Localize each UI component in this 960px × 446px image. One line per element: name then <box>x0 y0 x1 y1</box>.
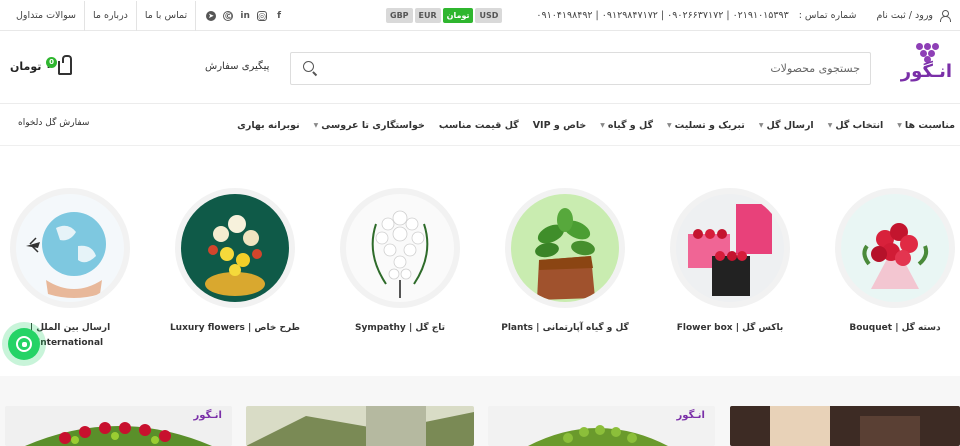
nav-label: نوبرانه بهاری <box>237 119 300 131</box>
about-link[interactable]: درباره ما <box>85 0 137 31</box>
category-label: باکس گل | Flower box <box>676 323 784 333</box>
chevron-down-icon: ▼ <box>897 121 902 129</box>
search-icon[interactable] <box>303 61 317 75</box>
chevron-down-icon: ▼ <box>667 121 672 129</box>
luxury-flowers-image <box>181 194 289 302</box>
grapes-icon <box>916 41 940 63</box>
nav-item-flowers-plants[interactable]: گل و گیاه ▼ <box>600 120 653 131</box>
telegram-icon[interactable]: ➤ <box>206 10 217 21</box>
nav-label: گل قیمت مناسب <box>438 119 519 131</box>
plants-image <box>511 194 619 302</box>
bouquet-image <box>841 194 949 302</box>
cart-count-badge: 0 <box>46 57 57 68</box>
nav-menu: مناسبت ها ▼ انتخاب گل ▼ ارسال گل ▼ تبریک و … <box>237 104 955 146</box>
chevron-down-icon: ▼ <box>600 121 605 129</box>
currency-usd[interactable]: USD <box>475 8 503 23</box>
nav-label: خاص و VIP <box>532 119 587 131</box>
social-links: ➤ © in ◎ f <box>196 10 284 22</box>
category-label: تاج گل | Sympathy <box>354 323 446 333</box>
chevron-down-icon: ▼ <box>313 121 319 129</box>
whatsapp-chat-button[interactable] <box>2 322 46 366</box>
nav-item-affordable[interactable]: گل قیمت مناسب <box>439 120 519 131</box>
product-watermark-logo: انـگور <box>193 410 222 421</box>
top-bar: سوالات متداول درباره ما تماس با ما ➤ © i… <box>0 0 960 31</box>
product-image <box>730 406 960 446</box>
category-luxury[interactable]: طرح خاص | Luxury flowers <box>150 188 320 358</box>
nav-item-congrats-condolence[interactable]: تبریک و تسلیت ▼ <box>667 120 745 131</box>
user-icon <box>939 10 951 22</box>
chevron-down-icon: ▼ <box>758 121 764 129</box>
whatsapp-icon <box>16 336 32 352</box>
product-image <box>246 406 474 446</box>
whatsapp-icon[interactable]: © <box>223 10 234 22</box>
facebook-icon[interactable]: f <box>274 11 284 21</box>
instagram-icon[interactable]: ◎ <box>257 10 268 22</box>
category-carousel: دسته گل | Bouquet باکس گل | Flower box گ… <box>0 146 960 376</box>
search-bar <box>290 52 871 85</box>
faq-link[interactable]: سوالات متداول <box>8 0 85 31</box>
linkedin-icon[interactable]: in <box>240 11 250 21</box>
product-card[interactable] <box>730 406 960 446</box>
contact-link[interactable]: تماس با ما <box>137 0 197 31</box>
nav-item-occasions[interactable]: مناسبت ها ▼ <box>897 120 955 131</box>
search-input[interactable] <box>340 53 860 84</box>
currency-gbp[interactable]: GBP <box>386 8 413 23</box>
product-card[interactable]: انـگور <box>488 406 715 446</box>
nav-item-wedding[interactable]: خواستگاری تا عروسی ▼ <box>314 120 425 131</box>
nav-label: خواستگاری تا عروسی <box>321 119 425 131</box>
site-header: انـگور پیگیری سفارش ۰ تومان 0 <box>0 31 960 104</box>
main-nav: مناسبت ها ▼ انتخاب گل ▼ ارسال گل ▼ تبریک و … <box>0 104 960 146</box>
currency-switcher: GBP EUR تومان USD <box>386 8 503 23</box>
login-link[interactable]: ورود / ثبت نام <box>876 10 933 21</box>
nav-item-spring[interactable]: نوبرانه بهاری <box>237 120 299 131</box>
custom-order-link[interactable]: سفارش گل دلخواه <box>18 118 89 128</box>
top-links: سوالات متداول درباره ما تماس با ما ➤ © i… <box>8 0 284 31</box>
chevron-down-icon: ▼ <box>827 121 833 129</box>
currency-eur[interactable]: EUR <box>414 8 441 23</box>
track-order-link[interactable]: پیگیری سفارش <box>205 61 269 72</box>
nav-item-vip[interactable]: خاص و VIP <box>533 120 587 131</box>
category-bouquet[interactable]: دسته گل | Bouquet <box>810 188 960 358</box>
category-plants[interactable]: گل و گیاه آپارتمانی | Plants <box>480 188 650 358</box>
product-card[interactable] <box>246 406 474 446</box>
currency-toman[interactable]: تومان <box>442 8 474 23</box>
nav-item-send-flower[interactable]: ارسال گل ▼ <box>759 120 814 131</box>
nav-label: انتخاب گل <box>835 119 884 131</box>
category-label: طرح خاص | Luxury flowers <box>169 323 301 333</box>
contact-info: ورود / ثبت نام شماره تماس : ۰۲۱۹۱۰۱۵۳۹۳ … <box>536 0 951 31</box>
international-globe-image <box>16 194 124 302</box>
product-watermark-logo: انـگور <box>676 410 705 421</box>
category-label: گل و گیاه آپارتمانی | Plants <box>501 323 629 333</box>
nav-label: مناسبت ها <box>904 119 955 131</box>
product-grid: انـگور انـگور <box>0 376 960 446</box>
cart-icon <box>57 55 72 75</box>
cart-button[interactable]: ۰ تومان <box>10 55 72 75</box>
flower-box-image <box>676 194 784 302</box>
product-card[interactable]: انـگور <box>5 406 232 446</box>
category-label: دسته گل | Bouquet <box>849 323 941 333</box>
logo-text: انـگور <box>900 61 952 82</box>
nav-item-choose-flower[interactable]: انتخاب گل ▼ <box>828 120 884 131</box>
category-flower-box[interactable]: باکس گل | Flower box <box>645 188 815 358</box>
category-sympathy[interactable]: تاج گل | Sympathy <box>315 188 485 358</box>
nav-label: تبریک و تسلیت <box>674 119 745 131</box>
whatsapp-button-circle <box>8 328 40 360</box>
sympathy-wreath-image <box>346 194 454 302</box>
site-logo[interactable]: انـگور <box>900 41 952 91</box>
phone-numbers: ۰۲۱۹۱۰۱۵۳۹۳ | ۰۹۰۲۶۶۳۷۱۷۲ | ۰۹۱۲۹۸۴۷۱۷۲ … <box>536 10 789 21</box>
nav-label: ارسال گل <box>766 119 814 131</box>
nav-label: گل و گیاه <box>607 119 654 131</box>
phone-label: شماره تماس : <box>798 10 857 21</box>
